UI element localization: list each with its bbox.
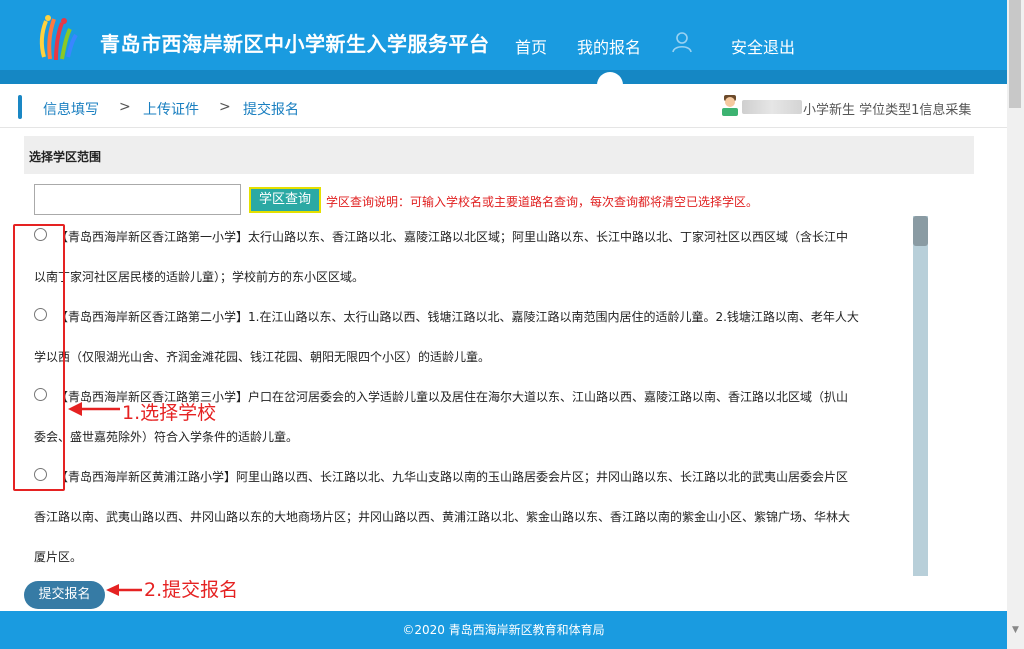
annotation-arrow-icon (68, 402, 120, 416)
school-text-line: 【青岛西海岸新区香江路第二小学】1.在江山路以东、太行山路以西、钱塘江路以北、嘉… (56, 310, 859, 324)
breadcrumb-accent (18, 95, 22, 119)
breadcrumb-info-fill[interactable]: 信息填写 (43, 99, 99, 119)
annotation-arrow-icon (106, 584, 142, 596)
school-text-line: 厦片区。 (34, 550, 83, 564)
section-header (24, 136, 974, 174)
school-search-button[interactable]: 学区查询 (249, 187, 321, 213)
nav-my-registration[interactable]: 我的报名 (577, 34, 641, 58)
footer-copyright: ©2020 青岛西海岸新区教育和体育局 (402, 623, 605, 637)
nav-home[interactable]: 首页 (515, 34, 547, 58)
breadcrumb-upload-docs[interactable]: 上传证件 (143, 99, 199, 119)
annotation-highlight-box (13, 224, 65, 491)
school-list-scrollbar-thumb[interactable] (913, 216, 928, 246)
breadcrumb-submit[interactable]: 提交报名 (243, 99, 299, 119)
user-icon[interactable] (671, 31, 693, 53)
window-scrollbar-thumb[interactable] (1009, 0, 1021, 108)
section-title: 选择学区范围 (29, 150, 102, 164)
nav-logout[interactable]: 安全退出 (731, 34, 795, 58)
search-hint: 学区查询说明：可输入学校名或主要道路名查询，每次查询都将清空已选择学区。 (326, 195, 759, 209)
school-text-line: 委会、盛世嘉苑除外）符合入学条件的适龄儿童。 (34, 430, 299, 444)
school-search-input[interactable] (34, 184, 241, 215)
breadcrumb-separator: > (119, 99, 131, 115)
platform-logo-icon (39, 15, 78, 61)
school-list: 【青岛西海岸新区香江路第一小学】太行山路以东、香江路以北、嘉陵江路以北区域；阿里… (18, 216, 912, 576)
school-list-scrollbar[interactable] (913, 216, 928, 576)
annotation-step1: 1.选择学校 (122, 402, 217, 424)
annotation-step2: 2.提交报名 (144, 579, 239, 601)
user-info: 小学新生 学位类型1信息采集 (803, 103, 972, 118)
site-title: 青岛市西海岸新区中小学新生入学服务平台 (100, 32, 490, 56)
school-text-line: 香江路以南、武夷山路以西、井冈山路以东的大地商场片区；井冈山路以西、黄浦江路以北… (34, 510, 851, 524)
header-band (0, 70, 1007, 84)
breadcrumb-separator: > (219, 99, 231, 115)
school-text-line: 学以西（仅限湖光山舍、齐润金滩花园、钱江花园、朝阳无限四个小区）的适龄儿童。 (34, 350, 491, 364)
school-text-line: 【青岛西海岸新区香江路第一小学】太行山路以东、香江路以北、嘉陵江路以北区域；阿里… (56, 230, 849, 244)
user-name-redacted (742, 100, 802, 114)
submit-registration-button[interactable]: 提交报名 (24, 581, 105, 609)
scroll-down-arrow-icon[interactable]: ▼ (1007, 622, 1024, 638)
avatar-icon (722, 95, 738, 116)
school-text-line: 以南丁家河社区居民楼的适龄儿童）；学校前方的东小区区域。 (34, 270, 365, 284)
school-text-line: 【青岛西海岸新区黄浦江路小学】阿里山路以西、长江路以北、九华山支路以南的玉山路居… (56, 470, 849, 484)
